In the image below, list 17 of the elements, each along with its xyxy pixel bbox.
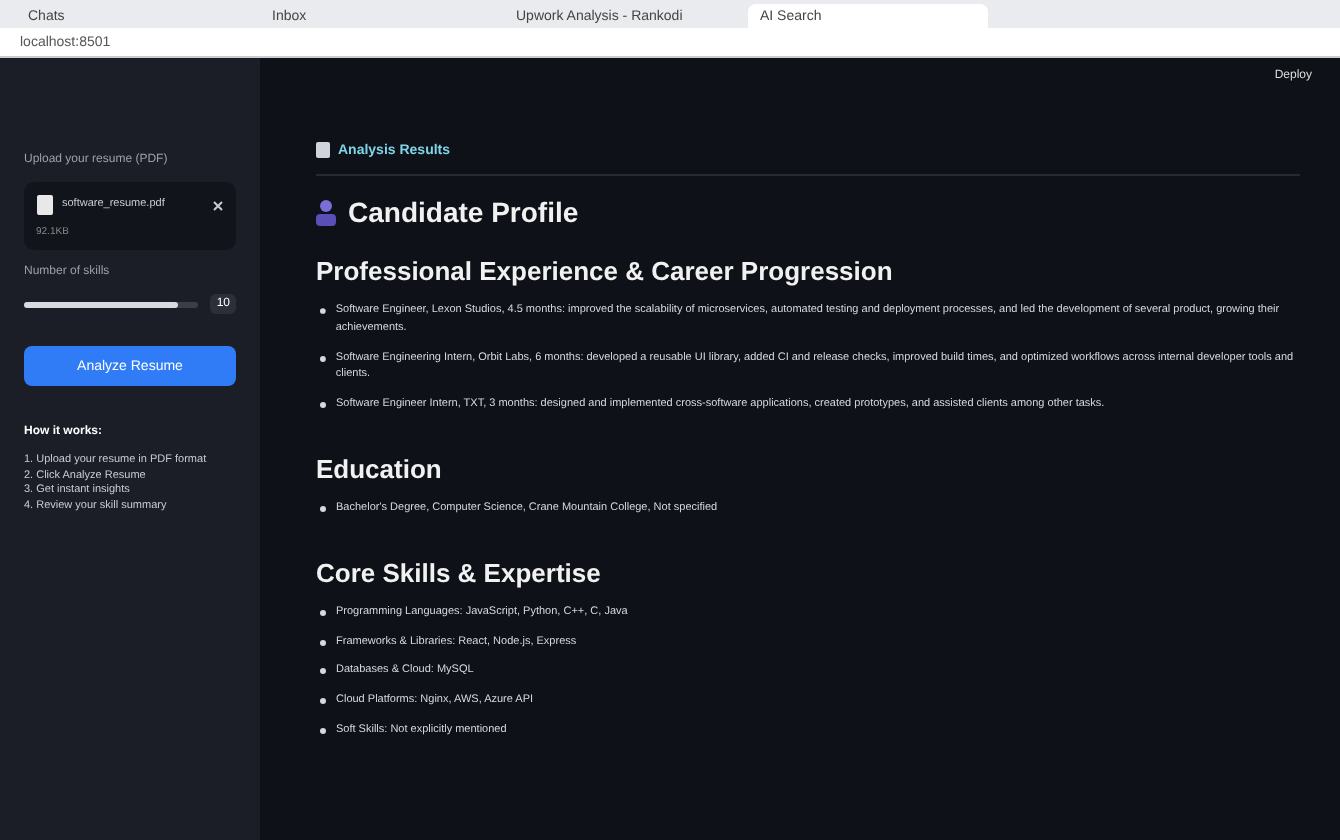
bullet-icon — [320, 609, 326, 616]
bullet-icon — [320, 355, 326, 362]
file-icon — [36, 194, 54, 216]
document-icon — [316, 142, 330, 158]
section-title: Core Skills & Expertise — [316, 557, 603, 588]
profile-title: Candidate Profile — [348, 196, 579, 228]
bullet-icon — [320, 402, 326, 409]
section-title: Professional Experience & Career Progression — [316, 256, 895, 286]
bullet-icon — [320, 727, 326, 734]
close-icon[interactable] — [212, 199, 224, 211]
bullet-icon — [320, 639, 326, 646]
bullet-icon — [320, 308, 326, 314]
bullet-icon — [320, 698, 326, 705]
bullet-icon — [320, 505, 326, 512]
person-icon — [316, 198, 336, 226]
bullet-icon — [320, 668, 326, 675]
section-title: Education — [316, 453, 444, 484]
